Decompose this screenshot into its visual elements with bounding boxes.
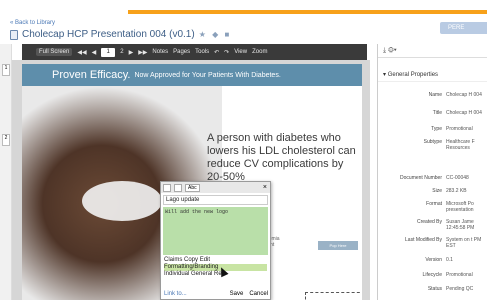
- property-key: Size: [432, 188, 442, 194]
- properties-panel: ⤓ ⚙▾ ▾ General Properties Name Cholecap H…: [377, 44, 487, 300]
- right-tab[interactable]: PERE: [440, 22, 487, 34]
- page-input[interactable]: 1: [101, 47, 116, 57]
- document-title-row: Cholecap HCP Presentation 004 (v0.1) ★ ◆…: [10, 29, 231, 40]
- property-key: Type: [431, 126, 442, 132]
- color-picker-icon[interactable]: [163, 183, 171, 192]
- property-value: CC-00048: [446, 175, 469, 181]
- document-header: « Back to Library Cholecap HCP Presentat…: [0, 14, 487, 44]
- note-body-textarea[interactable]: Will add the new logo: [163, 207, 268, 255]
- category-row-1: Claims Copy Edit: [164, 257, 267, 264]
- fullscreen-button[interactable]: Full Screen: [36, 48, 73, 56]
- note-footer: Link to... Save Cancel: [164, 291, 268, 297]
- property-key: Created By: [416, 219, 442, 225]
- property-value: Promotional: [446, 272, 473, 278]
- property-value: Cholecap H 004: [446, 92, 482, 98]
- property-key: Format: [426, 201, 442, 207]
- property-key: Lifecycle: [422, 272, 442, 278]
- last-page-icon[interactable]: ▶▶: [138, 49, 147, 56]
- tools-menu[interactable]: Tools: [195, 49, 209, 55]
- general-properties-header[interactable]: ▾ General Properties: [378, 68, 487, 82]
- panel-toolbar: ⤓ ⚙▾: [378, 44, 487, 58]
- gutter-tab-2[interactable]: 2: [2, 134, 10, 146]
- pages-menu[interactable]: Pages: [173, 49, 190, 55]
- note-toolbar: Abc ×: [161, 182, 270, 193]
- slide-headline: A person with diabetes who lowers his LD…: [207, 132, 356, 183]
- next-page-icon[interactable]: ▶: [129, 49, 134, 56]
- banner-headline: Proven Efficacy.: [52, 69, 131, 81]
- gutter-tab-1[interactable]: 1: [2, 64, 10, 76]
- gear-icon[interactable]: ⚙▾: [388, 47, 397, 54]
- property-value: Healthcare F Resources: [446, 139, 475, 151]
- document-title: Cholecap HCP Presentation 004 (v0.1): [22, 29, 195, 40]
- annotation-box[interactable]: [305, 292, 362, 300]
- property-key: Subtype: [423, 139, 442, 145]
- section-label: General Properties: [387, 72, 439, 78]
- property-key: Version: [425, 257, 442, 263]
- photo-highlight: [82, 181, 162, 221]
- save-button[interactable]: Save: [230, 291, 244, 297]
- property-key: Title: [432, 110, 442, 116]
- category-individual-general[interactable]: Individual General Re: [164, 271, 267, 278]
- left-gutter: 1 2: [0, 44, 12, 300]
- notes-menu[interactable]: Notes: [152, 49, 168, 55]
- property-value: Cholecap H 004: [446, 110, 482, 116]
- first-page-icon[interactable]: ◀◀: [77, 49, 86, 56]
- back-to-library-link[interactable]: « Back to Library: [10, 20, 55, 26]
- sticky-note-popup[interactable]: Abc × Lago update Will add the new logo …: [160, 181, 271, 300]
- property-value: Susan Jame 12:45:58 PM: [446, 219, 475, 231]
- property-key: Document Number: [400, 175, 442, 181]
- property-value: 0.1: [446, 257, 453, 263]
- document-icon: [10, 29, 18, 40]
- note-title-input[interactable]: Lago update: [163, 195, 268, 205]
- slide-cta-button[interactable]: Pop Here: [318, 241, 358, 250]
- cancel-button[interactable]: Cancel: [249, 291, 268, 297]
- title-action-icons[interactable]: ★ ◆ ■: [199, 30, 232, 39]
- link-to-link[interactable]: Link to...: [164, 291, 187, 297]
- category-copy-edit[interactable]: Copy Edit: [184, 257, 210, 263]
- page-total: 2: [120, 49, 124, 55]
- format-icon[interactable]: [174, 183, 182, 192]
- undo-icon[interactable]: ↶: [214, 49, 219, 56]
- note-category-list: Claims Copy Edit Formatting/Branding Ind…: [161, 255, 270, 280]
- property-value: System on t PM EST: [446, 237, 482, 249]
- property-value: Promotional: [446, 126, 473, 132]
- property-value: 283.2 KB: [446, 188, 467, 194]
- viewer-toolbar: Full Screen ◀◀ ◀ 1 2 ▶ ▶▶ Notes Pages To…: [22, 44, 367, 60]
- category-claims[interactable]: Claims: [164, 257, 182, 263]
- property-key: Name: [428, 92, 442, 98]
- prev-page-icon[interactable]: ◀: [92, 49, 97, 56]
- spellcheck-button[interactable]: Abc: [185, 183, 200, 192]
- download-icon[interactable]: ⤓: [383, 47, 386, 54]
- property-value: Microsoft Po presentation: [446, 201, 474, 213]
- property-value: Pending QC: [446, 286, 474, 292]
- redo-icon[interactable]: ↷: [224, 49, 229, 56]
- slide-banner: Proven Efficacy. Now Approved for Your P…: [22, 64, 362, 86]
- banner-subline: Now Approved for Your Patients With Diab…: [134, 71, 281, 79]
- view-menu[interactable]: View: [234, 49, 247, 55]
- property-key: Last Modified By: [405, 237, 442, 243]
- zoom-menu[interactable]: Zoom: [252, 49, 267, 55]
- close-icon[interactable]: ×: [263, 184, 267, 191]
- property-key: Status: [427, 286, 442, 292]
- category-formatting-branding[interactable]: Formatting/Branding: [164, 264, 267, 271]
- top-bar: [0, 0, 487, 14]
